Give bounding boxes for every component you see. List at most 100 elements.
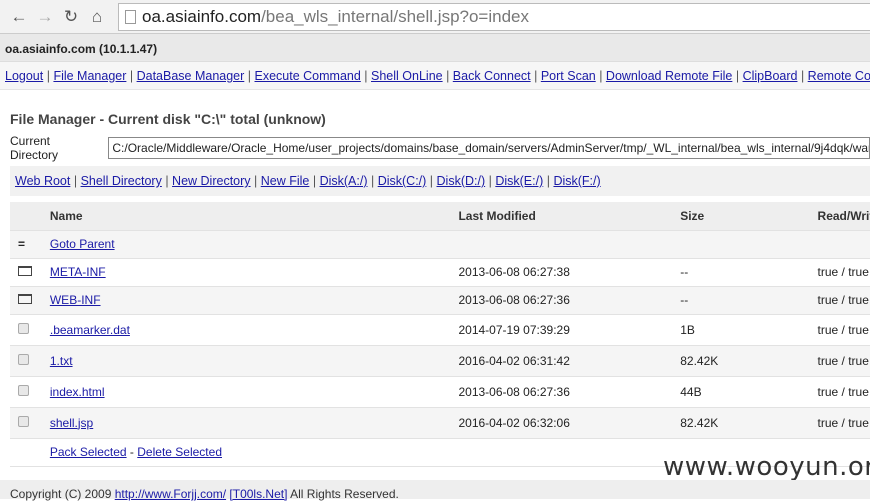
- link-disk-e[interactable]: Disk(E:/): [495, 174, 543, 188]
- separator: |: [161, 174, 173, 188]
- file-name-link[interactable]: index.html: [50, 385, 105, 399]
- size: 44B: [680, 376, 818, 408]
- link-disk-c[interactable]: Disk(C:/): [378, 174, 427, 188]
- browser-toolbar: ← → ↻ ⌂ oa.asiainfo.com/bea_wls_internal…: [0, 0, 870, 34]
- separator: |: [367, 174, 378, 188]
- link-disk-d[interactable]: Disk(D:/): [437, 174, 486, 188]
- separator: |: [426, 174, 437, 188]
- link-new-directory[interactable]: New Directory: [172, 174, 251, 188]
- last-modified: 2013-06-08 06:27:36: [458, 376, 681, 408]
- last-modified: 2016-04-02 06:31:42: [458, 345, 681, 377]
- disk-links-bar: Web Root | Shell Directory | New Directo…: [10, 166, 870, 196]
- link-shell-directory[interactable]: Shell Directory: [81, 174, 162, 188]
- separator: |: [244, 69, 255, 83]
- home-icon[interactable]: ⌂: [84, 7, 110, 27]
- read-write: true / true: [817, 314, 870, 346]
- current-directory-label: Current Directory: [10, 134, 59, 162]
- watermark: www.wooyun.org: [663, 452, 870, 482]
- table-row: .beamarker.dat 2014-07-19 07:39:29 1B tr…: [10, 314, 870, 346]
- menu-link-remote-control[interactable]: Remote Control: [808, 69, 870, 83]
- separator: |: [530, 69, 541, 83]
- table-row: META-INF 2013-06-08 06:27:38 -- true / t…: [10, 258, 870, 287]
- select-checkbox[interactable]: [18, 384, 29, 396]
- size: --: [680, 286, 818, 315]
- last-modified: 2014-07-19 07:39:29: [458, 314, 681, 346]
- link-new-file[interactable]: New File: [261, 174, 310, 188]
- select-checkbox[interactable]: [18, 415, 29, 427]
- folder-icon: [18, 294, 32, 304]
- page-title: File Manager - Current disk "C:\" total …: [10, 111, 326, 127]
- separator: |: [595, 69, 606, 83]
- delete-selected-link[interactable]: Delete Selected: [137, 445, 222, 459]
- url-host: oa.asiainfo.com: [142, 6, 262, 26]
- separator: |: [309, 174, 320, 188]
- goto-parent-link[interactable]: Goto Parent: [50, 237, 115, 251]
- header-size: Size: [680, 202, 818, 231]
- back-arrow-icon[interactable]: ←: [6, 7, 32, 27]
- pack-selected-link[interactable]: Pack Selected: [50, 445, 127, 459]
- reload-icon[interactable]: ↻: [58, 7, 84, 27]
- menu-link-port-scan[interactable]: Port Scan: [541, 69, 596, 83]
- separator: |: [485, 174, 496, 188]
- file-name-link[interactable]: .beamarker.dat: [50, 323, 130, 337]
- size: 82.42K: [680, 407, 818, 439]
- menu-link-back-connect[interactable]: Back Connect: [453, 69, 531, 83]
- header-read-write: Read/Write: [817, 202, 870, 231]
- link-disk-f[interactable]: Disk(F:/): [553, 174, 600, 188]
- footer: Copyright (C) 2009 http://www.Forjj.com/…: [0, 480, 870, 501]
- link-disk-a[interactable]: Disk(A:/): [320, 174, 368, 188]
- last-modified: 2013-06-08 06:27:38: [458, 258, 681, 287]
- current-directory-input[interactable]: [108, 137, 870, 159]
- url-path: /bea_wls_internal/shell.jsp?o=index: [261, 6, 530, 26]
- separator: |: [126, 69, 137, 83]
- menu-link-execute-command[interactable]: Execute Command: [255, 69, 361, 83]
- file-name-link[interactable]: WEB-INF: [50, 293, 101, 307]
- header-name: Name: [49, 202, 459, 231]
- current-directory-row: Current Directory: [10, 134, 870, 162]
- goto-parent-row: = Goto Parent: [10, 230, 870, 259]
- size: 82.42K: [680, 345, 818, 377]
- folder-icon: [18, 266, 32, 276]
- size: 1B: [680, 314, 818, 346]
- separator: |: [43, 69, 54, 83]
- table-row: index.html 2013-06-08 06:27:36 44B true …: [10, 376, 870, 408]
- read-write: true / true: [817, 407, 870, 439]
- file-name-link[interactable]: 1.txt: [50, 354, 73, 368]
- address-bar[interactable]: oa.asiainfo.com/bea_wls_internal/shell.j…: [118, 2, 870, 31]
- table-row: shell.jsp 2016-04-02 06:32:06 82.42K tru…: [10, 407, 870, 439]
- host-label: oa.asiainfo.com (10.1.1.47): [0, 34, 870, 62]
- file-table: Name Last Modified Size Read/Write = Got…: [10, 202, 870, 467]
- file-name-link[interactable]: shell.jsp: [50, 416, 93, 430]
- menu-link-database-manager[interactable]: DataBase Manager: [137, 69, 245, 83]
- read-write: true / true: [817, 376, 870, 408]
- separator: |: [732, 69, 743, 83]
- size: --: [680, 258, 818, 287]
- forward-arrow-icon[interactable]: →: [32, 7, 58, 27]
- select-checkbox[interactable]: [18, 322, 29, 334]
- link-web-root[interactable]: Web Root: [15, 174, 70, 188]
- read-write: true / true: [817, 286, 870, 315]
- separator: |: [360, 69, 372, 83]
- menu-link-shell-online[interactable]: Shell OnLine: [371, 69, 443, 83]
- last-modified: 2013-06-08 06:27:36: [458, 286, 681, 315]
- table-row: WEB-INF 2013-06-08 06:27:36 -- true / tr…: [10, 286, 870, 315]
- menu-link-clipboard[interactable]: ClipBoard: [743, 69, 798, 83]
- menu-link-file-manager[interactable]: File Manager: [53, 69, 126, 83]
- last-modified: 2016-04-02 06:32:06: [458, 407, 681, 439]
- separator: |: [70, 174, 81, 188]
- table-row: 1.txt 2016-04-02 06:31:42 82.42K true / …: [10, 345, 870, 377]
- menu-link-download-remote-file[interactable]: Download Remote File: [606, 69, 732, 83]
- separator: |: [797, 69, 808, 83]
- main-menu: Logout | File Manager | DataBase Manager…: [0, 62, 870, 90]
- table-header: Name Last Modified Size Read/Write: [10, 202, 870, 231]
- separator: |: [442, 69, 453, 83]
- header-last-modified: Last Modified: [458, 202, 681, 231]
- separator: -: [129, 445, 134, 459]
- page-icon: [125, 9, 136, 24]
- file-name-link[interactable]: META-INF: [50, 265, 106, 279]
- separator: |: [543, 174, 554, 188]
- separator: |: [250, 174, 261, 188]
- parent-icon: =: [10, 230, 50, 259]
- select-checkbox[interactable]: [18, 353, 29, 365]
- menu-link-logout[interactable]: Logout: [5, 69, 43, 83]
